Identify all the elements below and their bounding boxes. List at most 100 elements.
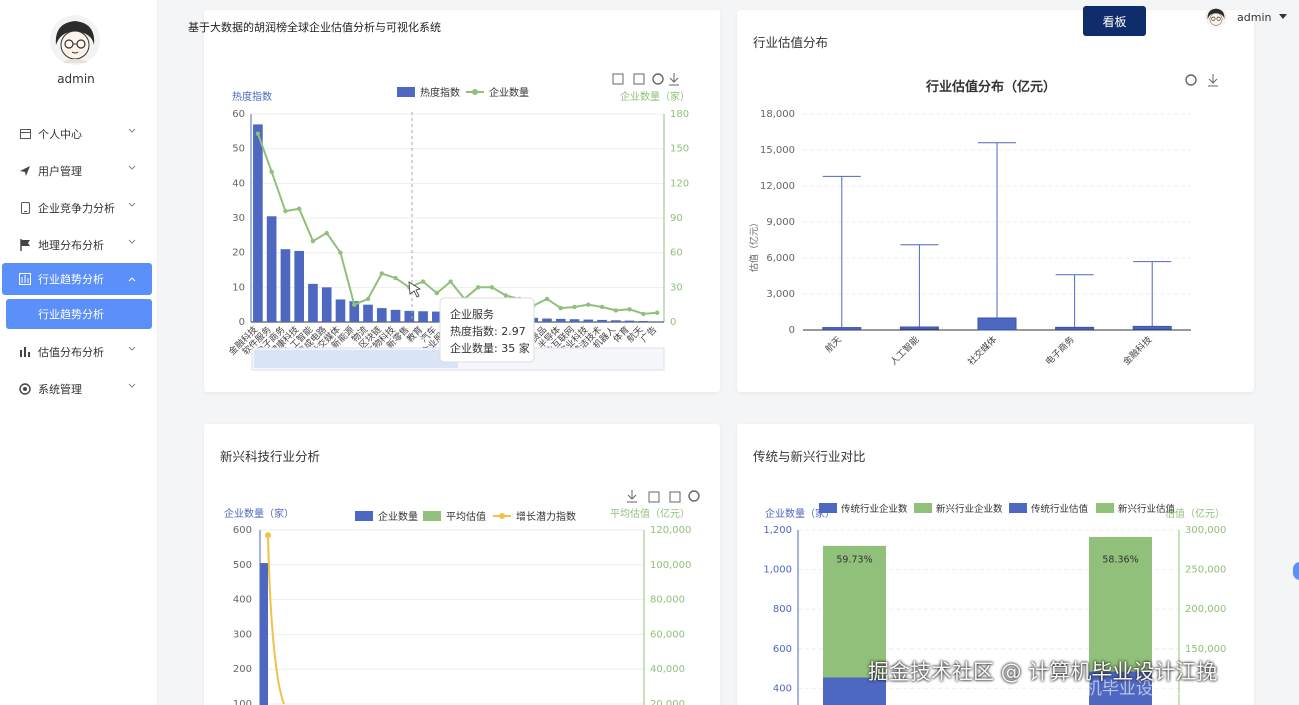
sidebar-item-geo[interactable]: 地理分布分析 — [0, 226, 158, 263]
legend-swatch[interactable] — [1009, 503, 1027, 513]
bar[interactable] — [583, 319, 594, 322]
bar[interactable] — [390, 309, 401, 322]
legend-label[interactable]: 新兴行业估值 — [1118, 503, 1176, 515]
download-icon[interactable] — [1208, 74, 1218, 87]
legend-label[interactable]: 企业数量 — [378, 510, 418, 523]
submenu-item-trend-analysis[interactable]: 行业趋势分析 — [6, 299, 152, 329]
line-point[interactable] — [586, 302, 591, 307]
line-point[interactable] — [283, 208, 288, 214]
bar[interactable] — [638, 320, 649, 322]
data-zoom-selection[interactable] — [254, 350, 458, 368]
bar[interactable] — [569, 319, 580, 322]
bar[interactable] — [418, 311, 428, 322]
legend-swatch[interactable] — [423, 511, 441, 521]
line-point[interactable] — [654, 310, 660, 315]
zoom-reset-icon[interactable] — [633, 73, 645, 85]
line-point[interactable] — [641, 311, 646, 317]
box[interactable] — [822, 327, 862, 331]
bar[interactable] — [555, 318, 566, 322]
line-point[interactable] — [310, 238, 316, 244]
sidebar-item-profile[interactable]: 个人中心 — [0, 115, 158, 152]
line-point[interactable] — [448, 279, 453, 284]
refresh-icon[interactable] — [1185, 74, 1197, 86]
legend-label[interactable]: 增长潜力指数 — [516, 510, 576, 523]
refresh-icon[interactable] — [652, 73, 664, 85]
bar[interactable] — [597, 319, 607, 322]
zoom-icon[interactable] — [612, 73, 624, 85]
line-point[interactable] — [379, 271, 384, 276]
chart-toolbox[interactable] — [612, 73, 679, 86]
line-point[interactable] — [269, 169, 274, 174]
legend-label[interactable]: 新兴行业企业数 — [936, 503, 1003, 515]
bar[interactable] — [542, 318, 552, 322]
bar[interactable] — [404, 310, 415, 322]
bar[interactable] — [363, 304, 373, 322]
line-point[interactable] — [627, 307, 632, 312]
bar[interactable] — [280, 249, 291, 322]
legend-label[interactable]: 平均估值 — [446, 510, 486, 523]
bar[interactable] — [624, 320, 635, 322]
line-point[interactable] — [613, 308, 619, 313]
avatar[interactable] — [50, 15, 100, 65]
legend-swatch[interactable] — [914, 503, 932, 513]
legend-label[interactable]: 传统行业企业数 — [841, 503, 908, 515]
bar[interactable] — [294, 250, 305, 322]
legend-label[interactable]: 企业数量 — [489, 86, 529, 99]
download-icon[interactable] — [627, 490, 637, 503]
zoom-reset-icon[interactable] — [669, 491, 681, 503]
line-point[interactable] — [434, 290, 440, 296]
bar-series[interactable] — [253, 124, 662, 323]
line-point[interactable] — [475, 285, 481, 290]
bar[interactable] — [335, 299, 346, 322]
bar[interactable] — [266, 216, 277, 322]
bar[interactable] — [652, 321, 662, 322]
y-right-tick-label: 150,000 — [1185, 644, 1226, 655]
line-point[interactable] — [352, 302, 357, 307]
legend-swatch[interactable] — [355, 511, 373, 521]
line-point[interactable] — [296, 206, 302, 211]
line-point[interactable] — [420, 279, 426, 284]
user-menu[interactable]: admin — [1205, 6, 1288, 28]
line-point[interactable] — [338, 250, 343, 255]
sidebar-item-competitiveness[interactable]: 企业竞争力分析 — [0, 189, 158, 226]
line-point[interactable] — [558, 305, 563, 311]
line-point[interactable] — [365, 296, 371, 302]
sidebar-item-valuation[interactable]: 估值分布分析 — [0, 333, 158, 370]
bar[interactable] — [321, 287, 332, 322]
chart-series[interactable] — [260, 532, 285, 705]
box[interactable] — [1132, 325, 1172, 330]
line-point[interactable] — [324, 230, 329, 236]
download-icon[interactable] — [669, 73, 679, 86]
line-point[interactable] — [599, 304, 605, 310]
growth-index-line[interactable] — [267, 535, 285, 705]
bar[interactable] — [308, 283, 318, 322]
legend-label[interactable]: 热度指数 — [420, 86, 460, 99]
line-point[interactable] — [255, 131, 261, 136]
box[interactable] — [899, 326, 939, 330]
legend-swatch[interactable] — [1096, 503, 1114, 513]
legend-swatch-bar[interactable] — [397, 87, 415, 97]
zoom-icon[interactable] — [648, 491, 660, 503]
bar[interactable] — [253, 124, 263, 323]
boxplot-series[interactable] — [822, 142, 1172, 331]
line-point[interactable] — [544, 296, 550, 302]
sidebar-item-users[interactable]: 用户管理 — [0, 152, 158, 189]
refresh-icon[interactable] — [688, 490, 700, 502]
y-left-tick-label: 50 — [232, 144, 245, 155]
floating-handle[interactable] — [1293, 562, 1299, 580]
sidebar-item-system[interactable]: 系统管理 — [0, 370, 158, 407]
bar[interactable] — [376, 308, 387, 322]
legend-swatch[interactable] — [819, 503, 837, 513]
line-point[interactable] — [489, 285, 495, 290]
line-point[interactable] — [572, 304, 577, 310]
bar[interactable] — [260, 563, 268, 705]
dashboard-button[interactable]: 看板 — [1083, 6, 1146, 36]
sidebar-item-trend[interactable]: 行业趋势分析 — [2, 263, 152, 295]
box[interactable] — [1055, 326, 1095, 330]
line-point[interactable] — [503, 293, 508, 298]
box[interactable] — [977, 317, 1017, 331]
bar[interactable] — [610, 320, 621, 322]
line-point[interactable] — [393, 275, 398, 281]
line-point[interactable] — [265, 532, 271, 539]
legend-label[interactable]: 传统行业估值 — [1031, 503, 1089, 515]
